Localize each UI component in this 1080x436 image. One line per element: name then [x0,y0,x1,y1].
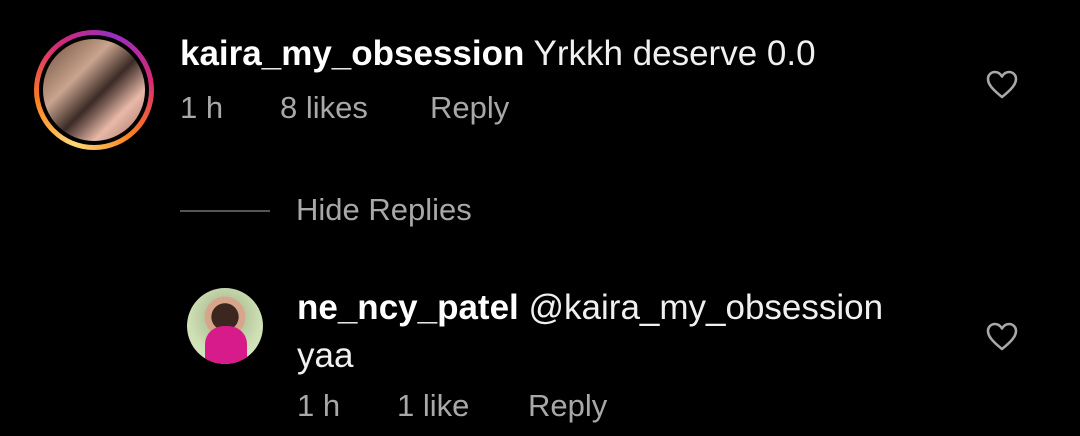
comment-body: Yrkkh deserve 0.0 [533,34,816,73]
reply-body: yaa [297,336,354,375]
comment-time: 1 h [180,90,224,125]
comment: kaira_my_obsession Yrkkh deserve 0.0 1 h… [0,0,1080,180]
story-ring[interactable] [34,30,154,150]
reply-time: 1 h [297,388,341,423]
reply-username[interactable]: ne_ncy_patel [297,288,519,327]
reply-comment: ne_ncy_patel @kaira_my_obsession yaa 1 h… [0,280,1080,436]
thread-divider [180,210,270,212]
reply-likes-count[interactable]: 1 like [397,388,469,424]
comment-username[interactable]: kaira_my_obsession [180,34,524,73]
comment-likes-count[interactable]: 8 likes [280,90,368,126]
avatar-figure [205,326,247,364]
avatar[interactable] [187,288,263,364]
hide-replies-label[interactable]: Hide Replies [296,192,472,228]
reply-text-line: ne_ncy_patel @kaira_my_obsession [297,284,883,332]
heart-outline-icon[interactable] [986,70,1018,100]
heart-outline-icon[interactable] [986,322,1018,352]
hide-replies-toggle[interactable]: Hide Replies [0,190,1080,234]
comment-text-line: kaira_my_obsession Yrkkh deserve 0.0 [180,32,816,76]
reply-button[interactable]: Reply [528,388,607,424]
avatar[interactable] [43,39,145,141]
reply-button[interactable]: Reply [430,90,509,126]
reply-mention[interactable]: @kaira_my_obsession [529,288,884,327]
